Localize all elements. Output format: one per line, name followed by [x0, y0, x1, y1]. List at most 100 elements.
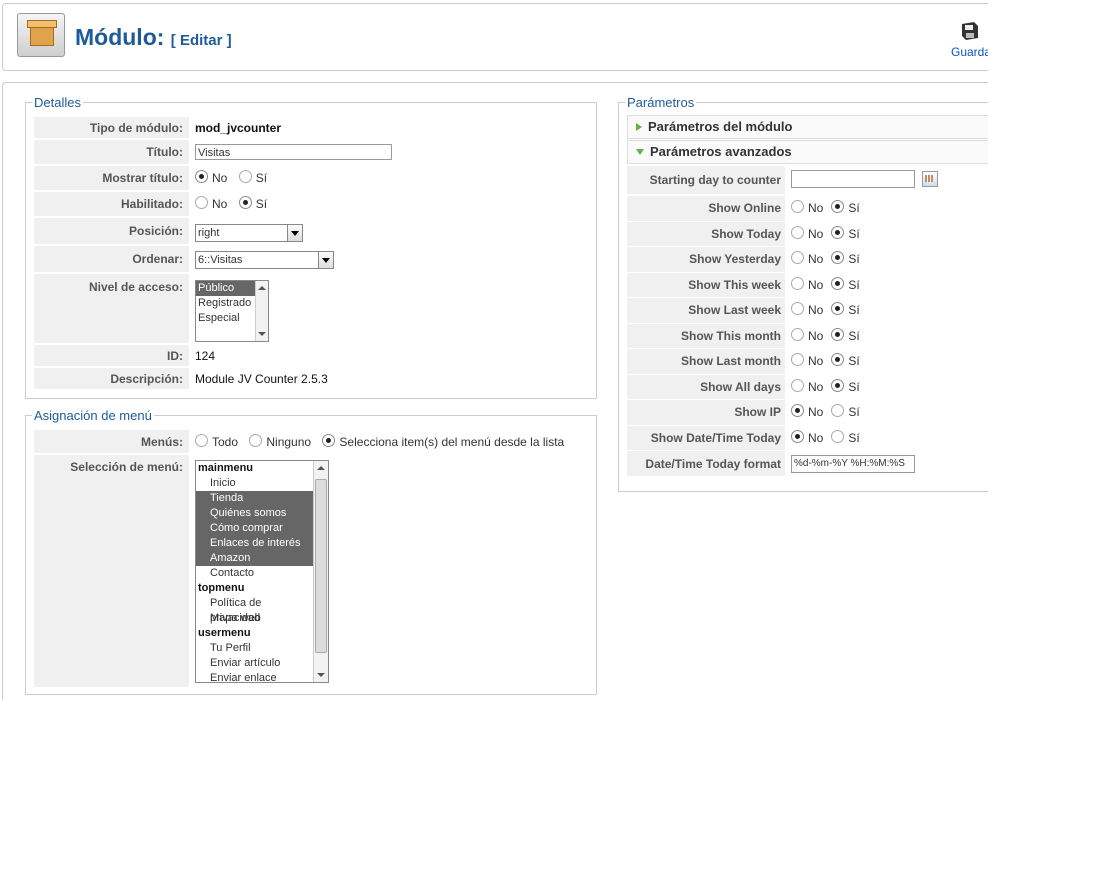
- enabled-no-label: No: [212, 197, 228, 211]
- menu-option[interactable]: Política de privacidad: [196, 596, 314, 624]
- menu-option[interactable]: Tu Perfil: [196, 641, 314, 656]
- param-label: Show This month: [627, 323, 785, 349]
- menu-group[interactable]: topmenu: [196, 581, 314, 596]
- enabled-si-radio[interactable]: [238, 196, 252, 209]
- menu-option[interactable]: Enlaces de interés: [196, 536, 314, 551]
- enabled-si-label: Sí: [255, 197, 268, 211]
- menu-option[interactable]: Amazon: [196, 551, 314, 566]
- advanced-params-label: Parámetros avanzados: [650, 144, 792, 159]
- menu-option[interactable]: Tienda: [196, 491, 314, 506]
- id-value: 124: [195, 349, 216, 363]
- param-si-label: Sí: [848, 379, 860, 394]
- param-si-radio[interactable]: [831, 302, 845, 315]
- param-si-radio[interactable]: [831, 404, 845, 417]
- chevron-down-icon: [318, 252, 333, 268]
- param-row: Show IP No Sí: [627, 400, 868, 426]
- module-type-value: mod_jvcounter: [195, 121, 282, 135]
- menu-option[interactable]: Contacto: [196, 566, 314, 581]
- title-input[interactable]: Visitas: [195, 144, 392, 160]
- param-label: Show Last week: [627, 298, 785, 324]
- scroll-down-icon[interactable]: [317, 673, 325, 677]
- details-legend: Detalles: [32, 95, 83, 110]
- param-no-radio[interactable]: [791, 276, 804, 290]
- param-si-radio[interactable]: [831, 200, 845, 213]
- enabled-no-radio[interactable]: [195, 196, 208, 209]
- param-label: Show Yesterday: [627, 247, 785, 273]
- module-params-pane[interactable]: Parámetros del módulo: [627, 115, 988, 139]
- scroll-thumb[interactable]: [315, 479, 327, 653]
- menu-option[interactable]: Inicio: [196, 476, 314, 491]
- show-title-no-radio[interactable]: [195, 170, 208, 183]
- param-si-radio[interactable]: [831, 251, 845, 264]
- menu-option[interactable]: Mapa web: [196, 611, 314, 626]
- menus-select-radio[interactable]: [322, 434, 336, 447]
- row-title: Título: Visitas: [34, 140, 392, 165]
- param-no-label: No: [808, 354, 824, 368]
- menus-none-radio[interactable]: [249, 434, 263, 447]
- menu-option[interactable]: Cómo comprar: [196, 521, 314, 536]
- param-label: Show Last month: [627, 349, 785, 375]
- save-button[interactable]: Guarda: [949, 20, 988, 59]
- position-select[interactable]: right: [195, 224, 303, 242]
- calendar-icon[interactable]: [922, 171, 939, 187]
- format-input[interactable]: %d-%m-%Y %H:%M:%S: [791, 455, 915, 473]
- starting-day-label: Starting day to counter: [627, 166, 785, 195]
- param-no-radio[interactable]: [791, 378, 804, 392]
- param-no-label: No: [808, 430, 824, 445]
- param-label: Show IP: [627, 400, 785, 426]
- param-no-label: No: [808, 201, 824, 215]
- position-value: right: [198, 227, 220, 239]
- param-si-radio[interactable]: [831, 378, 845, 392]
- param-no-label: No: [808, 252, 824, 266]
- starting-day-input[interactable]: [791, 170, 915, 188]
- param-row: Show Last month No Sí: [627, 349, 868, 375]
- param-no-radio[interactable]: [791, 429, 804, 443]
- menu-group[interactable]: usermenu: [196, 626, 314, 641]
- page-clip: Módulo: [ Editar ] Guarda Detalles Tipo …: [0, 0, 988, 700]
- menu-group[interactable]: mainmenu: [196, 461, 314, 476]
- param-si-label: Sí: [848, 201, 860, 215]
- details-fieldset: Detalles Tipo de módulo: mod_jvcounter T…: [25, 95, 597, 399]
- params-legend: Parámetros: [625, 95, 697, 110]
- scroll-up-icon[interactable]: [317, 466, 325, 470]
- menu-selection-scrollbar[interactable]: [313, 461, 328, 682]
- param-no-radio[interactable]: [791, 327, 804, 341]
- menu-selection-label: Selección de menú:: [34, 455, 189, 688]
- module-params-label: Parámetros del módulo: [648, 119, 793, 134]
- menu-assignment-legend: Asignación de menú: [32, 408, 154, 423]
- row-description: Descripción: Module JV Counter 2.5.3: [34, 368, 328, 390]
- menu-selection-listbox[interactable]: mainmenu Inicio Tienda Quiénes somos Cómo co…: [195, 460, 329, 683]
- access-listbox[interactable]: Público Registrado Especial: [195, 280, 269, 342]
- page-title: Módulo: [ Editar ]: [75, 24, 232, 51]
- param-si-radio[interactable]: [831, 276, 845, 290]
- param-no-radio[interactable]: [791, 200, 804, 213]
- save-icon: [962, 22, 978, 40]
- menu-option[interactable]: Quiénes somos: [196, 506, 314, 521]
- save-label: Guarda: [951, 45, 988, 59]
- menus-all-radio[interactable]: [195, 434, 208, 447]
- menu-option[interactable]: Enviar enlace: [196, 671, 314, 682]
- id-label: ID:: [34, 345, 189, 367]
- param-si-radio[interactable]: [831, 353, 845, 366]
- param-label: Show All days: [627, 374, 785, 400]
- param-row: Show This month No Sí: [627, 323, 868, 349]
- order-select[interactable]: 6::Visitas: [195, 251, 334, 269]
- access-scrollbar[interactable]: [255, 281, 268, 341]
- param-no-radio[interactable]: [791, 225, 804, 239]
- param-si-radio[interactable]: [831, 327, 845, 341]
- row-datetime-format: Date/Time Today format %d-%m-%Y %H:%M:%S: [627, 451, 915, 477]
- param-si-radio[interactable]: [831, 429, 845, 443]
- param-no-radio[interactable]: [791, 251, 804, 264]
- description-value: Module JV Counter 2.5.3: [195, 372, 328, 386]
- param-no-label: No: [808, 303, 824, 317]
- menus-all-label: Todo: [212, 435, 239, 449]
- row-menus: Menús: Todo Ninguno Selecciona item(s) d…: [34, 430, 589, 454]
- param-no-radio[interactable]: [791, 404, 804, 417]
- param-no-radio[interactable]: [791, 353, 804, 366]
- param-no-radio[interactable]: [791, 302, 804, 315]
- advanced-params-pane[interactable]: Parámetros avanzados: [627, 140, 988, 164]
- show-title-si-radio[interactable]: [238, 170, 252, 183]
- menu-option[interactable]: Enviar artículo: [196, 656, 314, 671]
- param-si-radio[interactable]: [831, 225, 845, 239]
- chevron-down-icon: [636, 149, 644, 155]
